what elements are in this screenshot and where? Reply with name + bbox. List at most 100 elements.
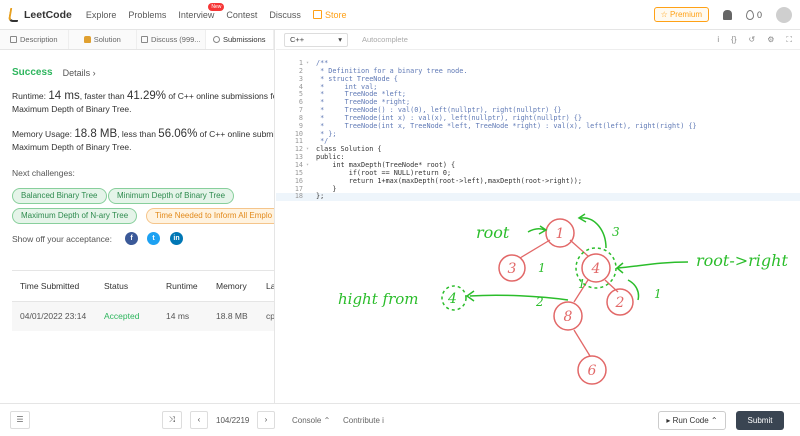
- linkedin-icon[interactable]: in: [170, 232, 183, 245]
- twitter-icon[interactable]: t: [147, 232, 160, 245]
- col-runtime[interactable]: Runtime: [158, 271, 208, 302]
- leetcode-logo[interactable]: LeetCode: [8, 8, 72, 22]
- challenge-min-depth[interactable]: Minimum Depth of Binary Tree: [108, 188, 235, 204]
- challenge-balanced-binary-tree[interactable]: Balanced Binary Tree: [12, 188, 107, 204]
- result-header: Success Details ›: [12, 67, 96, 78]
- submit-button[interactable]: Submit: [736, 411, 784, 430]
- tab-description-label: Description: [19, 35, 58, 44]
- col-time-submitted[interactable]: Time Submitted: [12, 271, 96, 302]
- prev-problem-button[interactable]: ‹: [190, 411, 208, 429]
- nav-discuss[interactable]: Discuss: [269, 10, 301, 20]
- fullscreen-icon[interactable]: ⛶: [786, 35, 792, 45]
- run-code-button[interactable]: ▸ Run Code ⌃: [658, 411, 726, 430]
- language-select[interactable]: C++ ▾: [284, 32, 348, 47]
- details-link[interactable]: Details ›: [63, 68, 96, 78]
- fold-icon[interactable]: ▾: [306, 60, 316, 68]
- fold-gutter: [306, 107, 316, 115]
- code-line[interactable]: 12 ▾ class Solution {: [276, 145, 800, 154]
- problem-list-icon[interactable]: ☰: [10, 411, 30, 429]
- code-editor[interactable]: C++ ▾ Autocomplete i {} ↺ ⚙ ⛶ 1 ▾/** 2 * De…: [276, 30, 800, 403]
- braces-icon[interactable]: {}: [731, 35, 736, 45]
- challenge-time-needed[interactable]: Time Needed to Inform All Emplo: [146, 208, 274, 224]
- tab-solution[interactable]: Solution: [69, 30, 137, 49]
- code-line[interactable]: 16 return 1+max(maxDepth(root->left),max…: [276, 177, 800, 186]
- fold-icon[interactable]: ▾: [306, 162, 316, 170]
- cell-language: cp: [258, 301, 274, 331]
- settings-icon[interactable]: ⚙: [767, 35, 774, 45]
- col-language[interactable]: La: [258, 271, 274, 302]
- memory-value: 18.8 MB: [74, 128, 118, 140]
- submissions-table: Time Submitted Status Runtime Memory La …: [12, 270, 274, 331]
- runtime-stat: Runtime: 14 ms, faster than 41.29% of C+…: [12, 90, 274, 116]
- next-problem-button[interactable]: ›: [257, 411, 275, 429]
- line-number: 18: [294, 192, 303, 201]
- contribute-link[interactable]: Contribute i: [343, 416, 384, 425]
- fold-gutter: [306, 131, 316, 139]
- leetcode-logo-icon: [8, 8, 20, 22]
- fold-gutter: [306, 99, 316, 107]
- bottom-bar: ☰ ⤨ ‹ 104/2219 › Console ⌃ Contribute i …: [0, 403, 800, 436]
- table-row[interactable]: 04/01/2022 23:14 Accepted 14 ms 18.8 MB …: [12, 301, 274, 331]
- fold-gutter: [306, 170, 316, 178]
- nav-store[interactable]: Store: [312, 9, 347, 20]
- runtime-mid: , faster than: [79, 91, 127, 101]
- runtime-line2: Maximum Depth of Binary Tree.: [12, 104, 132, 114]
- facebook-icon[interactable]: f: [125, 232, 138, 245]
- coin-counter[interactable]: 0: [745, 9, 762, 20]
- editor-toolbar: C++ ▾ Autocomplete i {} ↺ ⚙ ⛶: [276, 30, 800, 50]
- code-area[interactable]: 1 ▾/** 2 * Definition for a binary tree no…: [276, 59, 800, 202]
- top-nav: LeetCode Explore Problems Interview New C…: [0, 0, 800, 30]
- runtime-pct: 41.29%: [126, 90, 166, 102]
- left-panel: Description Solution Discuss (999... Sub…: [0, 30, 275, 403]
- tab-discuss-label: Discuss (999...: [150, 35, 201, 44]
- tab-submissions[interactable]: Submissions: [205, 30, 274, 49]
- nav-interview[interactable]: Interview New: [178, 2, 225, 20]
- nav-interview-label: Interview: [178, 9, 215, 20]
- runtime-pre: Runtime:: [12, 91, 49, 101]
- reset-icon[interactable]: ↺: [749, 35, 756, 45]
- info-icon[interactable]: i: [717, 35, 719, 45]
- col-status[interactable]: Status: [96, 271, 158, 302]
- nav-explore[interactable]: Explore: [86, 10, 117, 20]
- code-line[interactable]: 10 * };: [276, 130, 800, 139]
- next-challenges-title: Next challenges:: [12, 168, 75, 178]
- fold-gutter: [306, 154, 316, 162]
- challenge-max-depth-nary[interactable]: Maximum Depth of N-ary Tree: [12, 208, 138, 224]
- bell-icon[interactable]: [722, 9, 732, 20]
- memory-mid: , less than: [117, 129, 159, 139]
- problem-index: 104/2219: [216, 416, 250, 425]
- nav-contest[interactable]: Contest: [226, 10, 257, 20]
- cell-status[interactable]: Accepted: [96, 301, 158, 331]
- editor-icons: i {} ↺ ⚙ ⛶: [717, 35, 792, 45]
- code-line[interactable]: 17 }: [276, 185, 800, 194]
- cell-memory: 18.8 MB: [208, 301, 258, 331]
- description-icon: [9, 36, 17, 43]
- tab-description[interactable]: Description: [0, 30, 69, 49]
- chevron-down-icon: ▾: [338, 35, 342, 44]
- brand-name: LeetCode: [24, 8, 72, 21]
- autocomplete-toggle[interactable]: Autocomplete: [362, 35, 408, 44]
- fold-gutter: [306, 178, 316, 186]
- clock-icon: [212, 36, 220, 43]
- code-line[interactable]: 18};: [276, 192, 800, 202]
- runtime-value: 14 ms: [48, 90, 80, 102]
- nav-problems[interactable]: Problems: [128, 10, 166, 20]
- memory-line2: Maximum Depth of Binary Tree.: [12, 142, 132, 152]
- avatar[interactable]: [776, 6, 792, 23]
- fold-icon[interactable]: ▾: [306, 146, 316, 154]
- premium-button[interactable]: ☆ Premium: [653, 7, 709, 22]
- fold-gutter: [306, 91, 316, 99]
- shuffle-icon[interactable]: ⤨: [162, 411, 182, 429]
- memory-pre: Memory Usage:: [12, 129, 75, 139]
- table-header-row: Time Submitted Status Runtime Memory La: [12, 271, 274, 302]
- code-line[interactable]: 9 * TreeNode(int x, TreeNode *left, Tree…: [276, 121, 800, 131]
- memory-post: of C++ online submissi: [199, 129, 274, 139]
- col-memory[interactable]: Memory: [208, 271, 258, 302]
- console-toggle[interactable]: Console ⌃: [292, 416, 330, 425]
- cell-time: 04/01/2022 23:14: [12, 301, 96, 331]
- share-label: Show off your acceptance:: [12, 234, 113, 244]
- nav-store-label: Store: [324, 9, 347, 20]
- store-icon: [312, 10, 322, 19]
- tab-discuss[interactable]: Discuss (999...: [137, 30, 206, 49]
- code-text: * TreeNode(int x, TreeNode *left, TreeNo…: [316, 121, 697, 130]
